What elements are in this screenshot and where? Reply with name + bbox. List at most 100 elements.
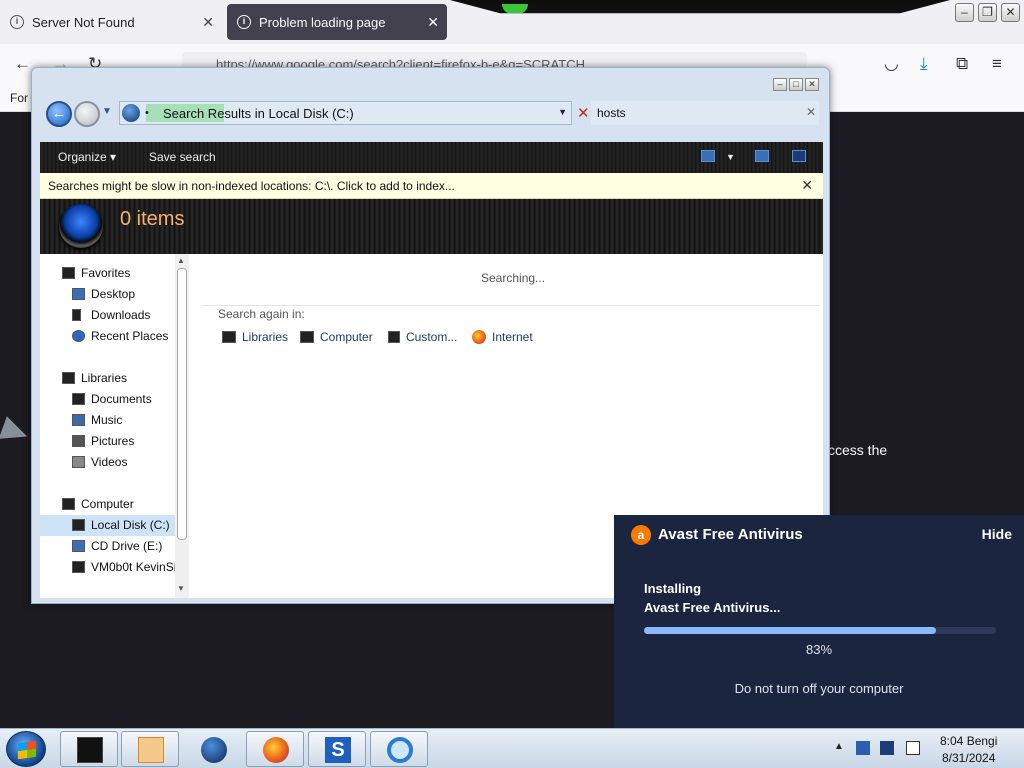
scroll-up-icon[interactable]: ▲: [177, 256, 185, 265]
install-status: Installing: [644, 581, 702, 596]
nav-videos[interactable]: Videos: [40, 452, 180, 473]
libraries-icon: [62, 372, 75, 384]
explorer-maximize-button[interactable]: □: [789, 78, 803, 91]
nav-scrollbar[interactable]: ▲ ▼: [175, 254, 189, 598]
network-drive-icon: [72, 561, 85, 573]
nav-cd-drive[interactable]: CD Drive (E:): [40, 536, 180, 557]
organize-label: Organize: [58, 150, 107, 164]
bookmark-item[interactable]: For: [10, 91, 28, 105]
address-bar[interactable]: • Search Results in Local Disk (C:) ▼: [119, 101, 572, 125]
infobar-text: Searches might be slow in non-indexed lo…: [48, 179, 455, 193]
option-label: Internet: [492, 330, 533, 344]
explorer-close-button[interactable]: ✕: [805, 78, 819, 91]
back-icon[interactable]: ←: [14, 54, 31, 74]
change-view-icon[interactable]: [701, 150, 715, 162]
firefox-icon: [263, 737, 289, 763]
save-search-button[interactable]: Save search: [149, 150, 216, 164]
clock-time[interactable]: 8:04 Bengi: [940, 734, 997, 748]
download-icon[interactable]: ⤓: [920, 54, 928, 74]
option-label: Computer: [320, 330, 373, 344]
taskbar-firefox[interactable]: [246, 731, 304, 767]
search-again-custom[interactable]: Custom...: [388, 330, 457, 344]
nav-label: Libraries: [81, 371, 128, 385]
taskbar-search-app[interactable]: [370, 731, 428, 767]
close-window-button[interactable]: ✕: [1001, 3, 1020, 22]
search-again-libraries[interactable]: Libraries: [222, 330, 288, 344]
restore-window-button[interactable]: ❐: [978, 3, 997, 22]
preview-pane-icon[interactable]: [755, 150, 769, 162]
nav-computer[interactable]: Computer: [40, 494, 180, 515]
index-infobar[interactable]: Searches might be slow in non-indexed lo…: [40, 173, 823, 199]
clock-date[interactable]: 8/31/2024: [942, 751, 995, 765]
menu-icon[interactable]: ≡: [992, 54, 1002, 74]
progress-bar: [644, 627, 996, 634]
cd-drive-icon: [72, 540, 85, 552]
taskbar-s-app[interactable]: S: [308, 731, 366, 767]
nav-network-drive[interactable]: VM0b0t KevinSite: [40, 557, 186, 578]
option-label: Libraries: [242, 330, 289, 344]
minimize-window-button[interactable]: –: [955, 3, 974, 22]
windows-logo-icon: [18, 740, 36, 760]
search-again-internet[interactable]: Internet: [472, 330, 533, 344]
nav-downloads[interactable]: Downloads: [40, 305, 180, 326]
firefox-icon: [472, 330, 486, 344]
search-query: hosts: [597, 106, 626, 120]
extensions-icon[interactable]: ⧉: [956, 54, 968, 74]
clear-search-icon[interactable]: ✕: [806, 105, 816, 119]
favorites-icon: [62, 267, 75, 279]
help-icon[interactable]: [792, 150, 806, 162]
nav-label: VM0b0t KevinSite: [91, 560, 187, 574]
nav-label: Music: [91, 413, 123, 427]
breadcrumb-separator: •: [145, 107, 149, 119]
s-app-icon: S: [325, 737, 351, 763]
nav-label: Desktop: [91, 287, 136, 301]
nav-desktop[interactable]: Desktop: [40, 284, 180, 305]
taskbar-globe[interactable]: [184, 731, 242, 767]
close-tab-icon[interactable]: ✕: [202, 14, 214, 31]
search-status: Searching...: [481, 271, 546, 285]
browser-tab-bar: i Server Not Found ✕ i Problem loading p…: [0, 0, 1024, 44]
option-label: Custom...: [406, 330, 458, 344]
show-hidden-icons-icon[interactable]: ▲: [834, 741, 844, 752]
notification-icon[interactable]: [906, 741, 920, 755]
nav-local-disk[interactable]: Local Disk (C:): [40, 515, 180, 536]
tab-server-not-found[interactable]: i Server Not Found ✕: [0, 0, 222, 44]
scroll-thumb[interactable]: [177, 268, 187, 540]
nav-pictures[interactable]: Pictures: [40, 431, 180, 452]
hide-button[interactable]: Hide: [982, 526, 1012, 542]
divider: [201, 305, 819, 306]
organize-button[interactable]: Organize ▾: [58, 150, 116, 164]
info-icon: i: [237, 15, 251, 29]
history-dropdown-icon[interactable]: ▼: [102, 106, 112, 117]
tab-problem-loading[interactable]: i Problem loading page ✕: [227, 4, 447, 40]
explorer-minimize-button[interactable]: –: [773, 78, 787, 91]
nav-favorites[interactable]: Favorites: [40, 263, 180, 284]
forward-button[interactable]: [74, 101, 100, 127]
search-again-computer[interactable]: Computer: [300, 330, 373, 344]
nav-label: Pictures: [91, 434, 135, 448]
nav-libraries[interactable]: Libraries: [40, 368, 180, 389]
nav-label: CD Drive (E:): [91, 539, 163, 553]
nav-documents[interactable]: Documents: [40, 389, 180, 410]
address-dropdown-icon[interactable]: ▼: [558, 107, 567, 117]
install-note: Do not turn off your computer: [734, 681, 904, 696]
back-button[interactable]: ←: [46, 101, 72, 127]
close-infobar-icon[interactable]: ✕: [801, 177, 813, 194]
search-input[interactable]: hosts ✕: [591, 101, 819, 125]
scroll-down-icon[interactable]: ▼: [177, 584, 185, 593]
pocket-icon[interactable]: ◡: [884, 54, 899, 74]
start-button[interactable]: [6, 731, 46, 767]
nav-music[interactable]: Music: [40, 410, 180, 431]
taskbar-explorer[interactable]: [60, 731, 118, 767]
nav-recent-places[interactable]: Recent Places: [40, 326, 180, 347]
recent-places-icon: [72, 330, 85, 342]
stop-search-icon[interactable]: ✕: [577, 104, 590, 122]
page-text: ccess the: [828, 442, 888, 458]
taskbar-media-player[interactable]: [121, 731, 179, 767]
display-icon[interactable]: [880, 741, 894, 755]
nav-label: Recent Places: [91, 329, 169, 343]
view-dropdown-icon[interactable]: ▼: [726, 152, 735, 162]
network-icon[interactable]: [856, 741, 870, 755]
close-tab-icon[interactable]: ✕: [427, 14, 439, 31]
explorer-icon: [77, 737, 103, 763]
